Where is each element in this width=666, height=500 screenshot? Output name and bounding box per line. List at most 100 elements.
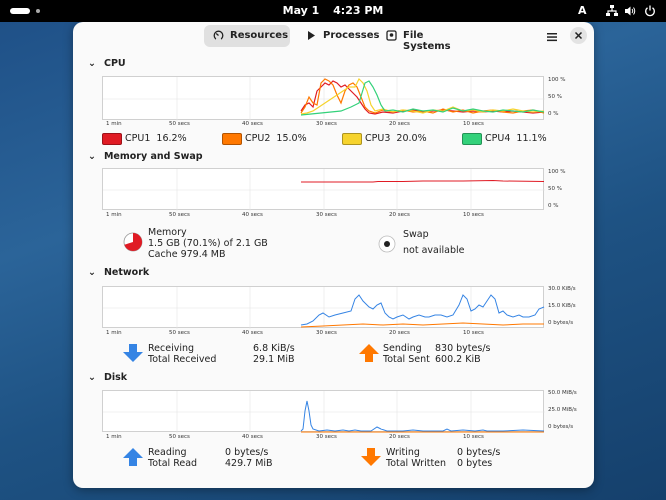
- network-graph: [102, 286, 545, 329]
- memory-xtick: 20 secs: [389, 212, 410, 218]
- time-label: 4:23 PM: [333, 4, 384, 17]
- gauge-icon: [213, 30, 224, 44]
- swap-pie-chart[interactable]: [378, 235, 396, 257]
- cpu1-legend: CPU1 16.2%: [125, 133, 187, 144]
- memory-ytick-0: 0 %: [548, 203, 559, 209]
- network-ytick-0: 0 bytes/s: [548, 320, 574, 326]
- date-label: May 1: [282, 4, 320, 17]
- disk-xtick: 50 secs: [169, 434, 190, 440]
- disk-xtick: 40 secs: [242, 434, 263, 440]
- sending-line: [300, 322, 544, 328]
- disk-ytick-max: 50.0 MiB/s: [548, 390, 577, 396]
- cpu4-color-button[interactable]: [462, 133, 482, 145]
- power-icon[interactable]: [644, 5, 656, 17]
- play-icon: [307, 30, 316, 44]
- cpu4-value: 11.1%: [516, 133, 547, 144]
- memory-xtick: 1 min: [106, 212, 122, 218]
- input-source-indicator[interactable]: A: [578, 4, 587, 17]
- cpu2-value: 15.0%: [276, 133, 307, 144]
- chevron-down-icon: ⌄: [88, 151, 96, 162]
- main-menu-button[interactable]: [545, 29, 559, 43]
- total-written-value: 0 bytes: [457, 458, 493, 469]
- memory-label: Memory: [148, 227, 187, 238]
- memory-xtick: 50 secs: [169, 212, 190, 218]
- disk-graph: [102, 390, 545, 433]
- total-read-value: 429.7 MiB: [225, 458, 273, 469]
- network-xtick: 10 secs: [463, 330, 484, 336]
- close-icon: [574, 31, 583, 40]
- reading-line: [300, 400, 545, 432]
- cpu1-color-button[interactable]: [102, 133, 122, 145]
- memory-xtick: 30 secs: [316, 212, 337, 218]
- cpu3-color-button[interactable]: [342, 133, 362, 145]
- disk-xtick: 20 secs: [389, 434, 410, 440]
- sending-info: Sending Total Sent: [383, 343, 430, 365]
- cpu-xtick: 20 secs: [389, 121, 410, 127]
- tab-file-systems-label: File Systems: [403, 30, 451, 52]
- receiving-values: 6.8 KiB/s 29.1 MiB: [253, 343, 295, 365]
- disk-section-header[interactable]: ⌄ Disk: [88, 372, 127, 383]
- tab-processes[interactable]: Processes: [297, 25, 379, 47]
- reading-info: Reading Total Read: [148, 447, 197, 469]
- disk-xtick: 1 min: [106, 434, 122, 440]
- writing-values: 0 bytes/s 0 bytes: [457, 447, 500, 469]
- receiving-line: [300, 294, 545, 326]
- cpu-section-header[interactable]: ⌄ CPU: [88, 58, 126, 69]
- cpu4-label: CPU4: [485, 133, 511, 144]
- cpu3-label: CPU3: [365, 133, 391, 144]
- disk-title: Disk: [103, 372, 128, 383]
- network-ytick-mid: 15.0 KiB/s: [548, 303, 576, 309]
- swap-info: Swap not available: [403, 227, 464, 259]
- cpu4-legend: CPU4 11.1%: [485, 133, 547, 144]
- memory-pie-chart[interactable]: [123, 232, 143, 256]
- cpu2-color-button[interactable]: [222, 133, 242, 145]
- memory-ytick-100: 100 %: [548, 169, 566, 175]
- reading-values: 0 bytes/s 429.7 MiB: [225, 447, 273, 469]
- clock[interactable]: May 1 4:23 PM: [0, 4, 666, 17]
- receiving-value: 6.8 KiB/s: [253, 343, 295, 354]
- network-xtick: 1 min: [106, 330, 122, 336]
- sending-value: 830 bytes/s: [435, 343, 491, 354]
- receiving-arrow-icon[interactable]: [123, 344, 143, 366]
- sending-label: Sending: [383, 343, 422, 354]
- memory-xtick: 40 secs: [242, 212, 263, 218]
- cpu4-line: [300, 80, 545, 116]
- volume-icon[interactable]: [624, 5, 636, 17]
- cpu-ytick-100: 100 %: [548, 77, 566, 83]
- tab-resources[interactable]: Resources: [204, 25, 290, 47]
- writing-arrow-icon[interactable]: [361, 448, 381, 470]
- sending-arrow-icon[interactable]: [359, 344, 379, 366]
- cpu-xtick: 10 secs: [463, 121, 484, 127]
- memory-info: Memory 1.5 GB (70.1%) of 2.1 GB Cache 97…: [148, 227, 268, 260]
- network-ytick-max: 30.0 KiB/s: [548, 286, 576, 292]
- memory-used: 1.5 GB (70.1%) of 2.1 GB: [148, 238, 268, 249]
- tab-resources-label: Resources: [230, 30, 289, 41]
- disk-icon: [386, 30, 397, 44]
- disk-ytick-mid: 25.0 MiB/s: [548, 407, 577, 413]
- network-xtick: 30 secs: [316, 330, 337, 336]
- network-section-header[interactable]: ⌄ Network: [88, 267, 149, 278]
- disk-ytick-0: 0 bytes/s: [548, 424, 574, 430]
- swap-label: Swap: [403, 229, 429, 240]
- receiving-info: Receiving Total Received: [148, 343, 216, 365]
- cpu-title: CPU: [103, 58, 126, 69]
- reading-arrow-icon[interactable]: [123, 448, 143, 470]
- memory-xtick: 10 secs: [463, 212, 484, 218]
- close-button[interactable]: [570, 27, 587, 44]
- cpu1-line: [300, 80, 545, 115]
- total-sent-value: 600.2 KiB: [435, 354, 481, 365]
- cpu2-legend: CPU2 15.0%: [245, 133, 307, 144]
- chevron-down-icon: ⌄: [88, 372, 96, 383]
- network-icon[interactable]: [606, 5, 618, 17]
- header-bar: Resources Processes File Systems: [73, 22, 594, 54]
- cpu3-value: 20.0%: [396, 133, 427, 144]
- tab-file-systems[interactable]: File Systems: [377, 25, 469, 52]
- network-xtick: 20 secs: [389, 330, 410, 336]
- memory-graph: [102, 168, 545, 211]
- memory-section-header[interactable]: ⌄ Memory and Swap: [88, 151, 203, 162]
- memory-ytick-50: 50 %: [548, 186, 562, 192]
- cpu-xtick: 1 min: [106, 121, 122, 127]
- reading-value: 0 bytes/s: [225, 447, 269, 458]
- cpu-graph: [102, 76, 545, 121]
- cpu-xtick: 50 secs: [169, 121, 190, 127]
